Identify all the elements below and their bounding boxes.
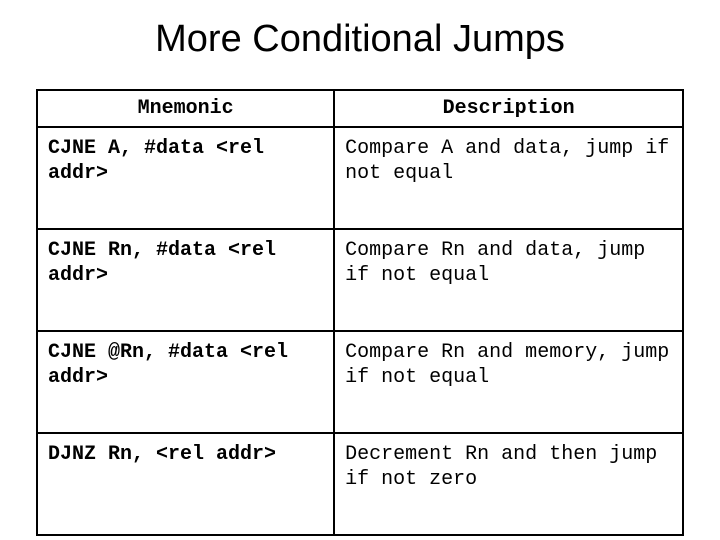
cell-description: Compare Rn and memory, jump if not equal bbox=[334, 331, 683, 433]
table-row: CJNE Rn, #data <rel addr> Compare Rn and… bbox=[37, 229, 683, 331]
table-row: CJNE A, #data <rel addr> Compare A and d… bbox=[37, 127, 683, 229]
page-title: More Conditional Jumps bbox=[36, 18, 684, 61]
table-row: CJNE @Rn, #data <rel addr> Compare Rn an… bbox=[37, 331, 683, 433]
cell-mnemonic: CJNE A, #data <rel addr> bbox=[37, 127, 334, 229]
header-description: Description bbox=[334, 90, 683, 127]
cell-description: Compare Rn and data, jump if not equal bbox=[334, 229, 683, 331]
cell-mnemonic: DJNZ Rn, <rel addr> bbox=[37, 433, 334, 535]
cell-description: Decrement Rn and then jump if not zero bbox=[334, 433, 683, 535]
table-row: DJNZ Rn, <rel addr> Decrement Rn and the… bbox=[37, 433, 683, 535]
slide: More Conditional Jumps Mnemonic Descript… bbox=[0, 0, 720, 540]
cell-description: Compare A and data, jump if not equal bbox=[334, 127, 683, 229]
header-mnemonic: Mnemonic bbox=[37, 90, 334, 127]
cell-mnemonic: CJNE @Rn, #data <rel addr> bbox=[37, 331, 334, 433]
table-header-row: Mnemonic Description bbox=[37, 90, 683, 127]
cell-mnemonic: CJNE Rn, #data <rel addr> bbox=[37, 229, 334, 331]
jump-table: Mnemonic Description CJNE A, #data <rel … bbox=[36, 89, 684, 536]
